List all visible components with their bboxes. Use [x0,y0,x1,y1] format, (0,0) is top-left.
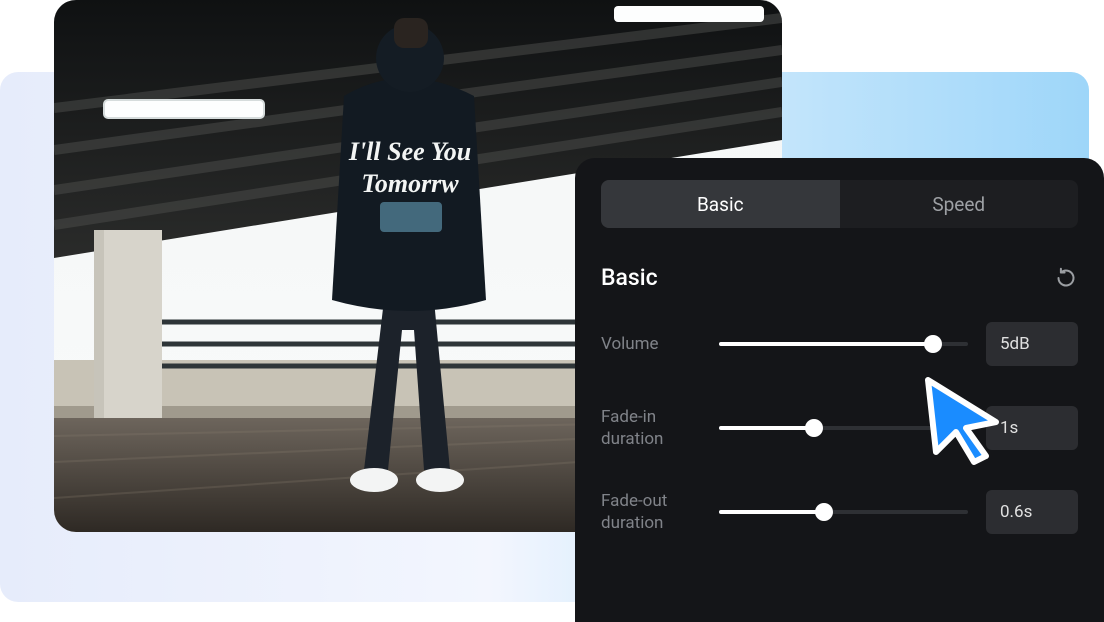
reset-button[interactable] [1054,266,1078,290]
volume-slider-thumb[interactable] [924,335,942,353]
volume-value[interactable]: 5dB [986,322,1078,366]
volume-label: Volume [601,333,719,355]
fade-in-row: Fade-in duration 1s [601,397,1078,459]
fade-in-value[interactable]: 1s [986,406,1078,450]
fade-in-slider-thumb[interactable] [805,419,823,437]
volume-row: Volume 5dB [601,313,1078,375]
reset-icon [1054,266,1078,290]
fade-in-label: Fade-in duration [601,406,719,450]
hoodie-text-line1: I'll See You [348,137,471,166]
fade-in-slider[interactable] [719,417,968,439]
fade-out-slider[interactable] [719,501,968,523]
fade-out-label: Fade-out duration [601,490,719,534]
hoodie-text-line2: Tomorrw [361,169,459,198]
fade-out-slider-thumb[interactable] [815,503,833,521]
audio-properties-panel: Basic Speed Basic Volume 5dB Fad [575,158,1104,622]
panel-tabs: Basic Speed [601,180,1078,228]
volume-slider[interactable] [719,333,968,355]
fade-out-row: Fade-out duration 0.6s [601,481,1078,543]
tab-speed[interactable]: Speed [840,180,1079,228]
section-title: Basic [601,264,658,291]
fade-out-value[interactable]: 0.6s [986,490,1078,534]
tab-basic[interactable]: Basic [601,180,840,228]
